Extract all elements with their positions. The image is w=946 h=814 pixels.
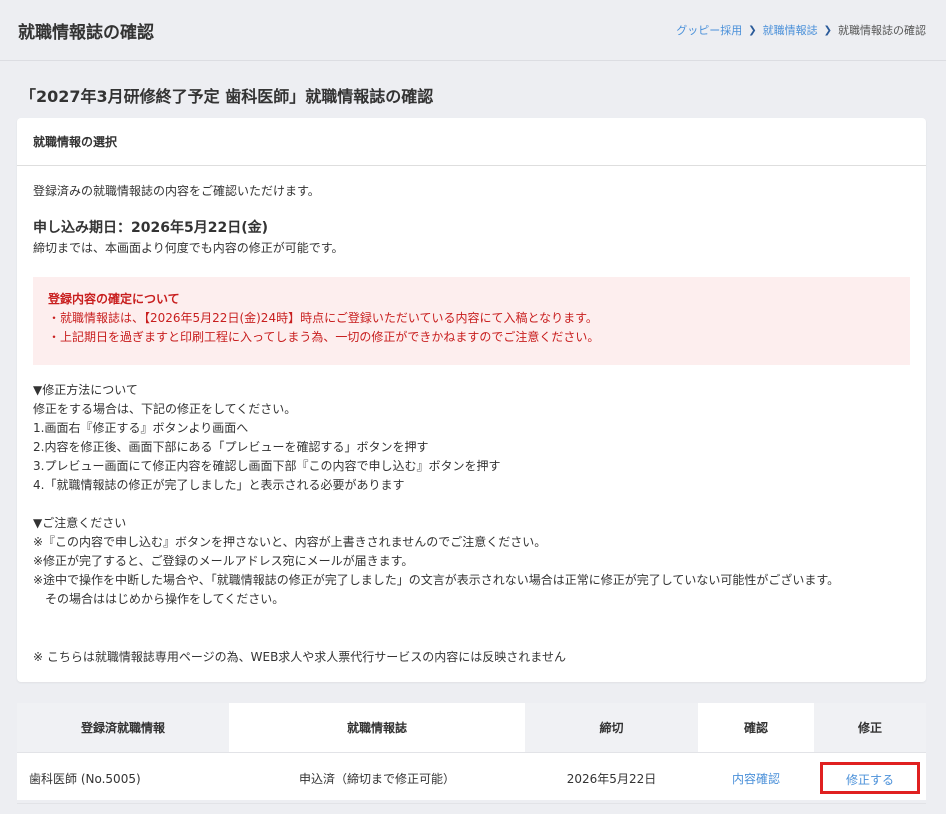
deadline-heading: 申し込み期日：2026年5月22日(金) [33, 220, 268, 236]
table-header-row: 登録済就職情報 就職情報誌 締切 確認 修正 [17, 703, 926, 753]
caution-line: ※途中で操作を中断した場合や、「就職情報誌の修正が完了しました」の文言が表示され… [33, 573, 840, 587]
caution-line: ※『この内容で申し込む』ボタンを押さないと、内容が上書きされませんのでご注意くだ… [33, 535, 547, 549]
method-title: ▼修正方法について [33, 383, 138, 397]
method-section: ▼修正方法について 修正をする場合は、下記の修正をしてください。 1.画面右『修… [33, 381, 500, 495]
alert-line: ・就職情報誌は、【2026年5月22日(金)24時】時点にご登録いただいている内… [48, 311, 598, 325]
breadcrumb: グッピー採用 ❯ 就職情報誌 ❯ 就職情報誌の確認 [676, 22, 926, 38]
column-header: 登録済就職情報 [17, 703, 229, 753]
deadline-cell: 2026年5月22日 [525, 752, 698, 804]
registered-info-table: 登録済就職情報 就職情報誌 締切 確認 修正 歯科医師 (No.5005) 申込… [17, 703, 926, 804]
top-bar: 就職情報誌の確認 グッピー採用 ❯ 就職情報誌 ❯ 就職情報誌の確認 [0, 0, 946, 61]
caution-title: ▼ご注意ください [33, 516, 127, 530]
breadcrumb-magazine-link[interactable]: 就職情報誌 [763, 22, 818, 38]
footnote: ※ こちらは就職情報誌専用ページの為、WEB求人や求人票代行サービスの内容には反… [33, 650, 566, 664]
column-header: 確認 [698, 703, 814, 753]
method-line: 修正をする場合は、下記の修正をしてください。 [33, 402, 297, 416]
breadcrumb-home-link[interactable]: グッピー採用 [676, 22, 742, 38]
table-row: 歯科医師 (No.5005) 申込済（締切まで修正可能） 2026年5月22日 … [17, 752, 926, 804]
confirmation-alert: 登録内容の確定について ・就職情報誌は、【2026年5月22日(金)24時】時点… [33, 277, 910, 365]
column-header: 就職情報誌 [229, 703, 525, 753]
caution-line: ※修正が完了すると、ご登録のメールアドレス宛にメールが届きます。 [33, 554, 414, 568]
caution-line: その場合ははじめから操作をしてください。 [33, 592, 285, 606]
method-line: 1.画面右『修正する』ボタンより画面へ [33, 421, 249, 435]
method-line: 3.プレビュー画面にて修正内容を確認し画面下部『この内容で申し込む』ボタンを押す [33, 459, 501, 473]
edit-button[interactable]: 修正する [820, 762, 920, 794]
chevron-right-icon: ❯ [748, 24, 757, 36]
info-card: 就職情報の選択 登録済みの就職情報誌の内容をご確認いただけます。 申し込み期日：… [17, 118, 926, 682]
column-header: 修正 [814, 703, 926, 753]
method-line: 2.内容を修正後、画面下部にある「プレビューを確認する」ボタンを押す [33, 440, 429, 454]
breadcrumb-current: 就職情報誌の確認 [838, 24, 926, 37]
magazine-status-cell: 申込済（締切まで修正可能） [229, 752, 525, 804]
edit-cell: 修正する [814, 752, 926, 804]
alert-line: ・上記期日を過ぎますと印刷工程に入ってしまう為、一切の修正ができかねますのでご注… [48, 330, 600, 344]
registered-info-cell: 歯科医師 (No.5005) [17, 752, 229, 804]
column-header: 締切 [525, 703, 698, 753]
footnote-section: ※ こちらは就職情報誌専用ページの為、WEB求人や求人票代行サービスの内容には反… [33, 648, 566, 667]
card-header: 就職情報の選択 [17, 118, 926, 166]
header-title: 就職情報誌の確認 [18, 23, 154, 43]
confirm-content-link[interactable]: 内容確認 [698, 752, 814, 804]
intro-text: 登録済みの就職情報誌の内容をご確認いただけます。 [33, 184, 320, 198]
alert-title: 登録内容の確定について [48, 292, 180, 306]
caution-section: ▼ご注意ください ※『この内容で申し込む』ボタンを押さないと、内容が上書きされま… [33, 514, 909, 609]
page-title: 「2027年3月研修終了予定 歯科医師」就職情報誌の確認 [20, 87, 434, 106]
method-line: 4.「就職情報誌の修正が完了しました」と表示される必要があります [33, 478, 405, 492]
chevron-right-icon: ❯ [823, 24, 832, 36]
deadline-note: 締切までは、本画面より何度でも内容の修正が可能です。 [33, 241, 344, 255]
